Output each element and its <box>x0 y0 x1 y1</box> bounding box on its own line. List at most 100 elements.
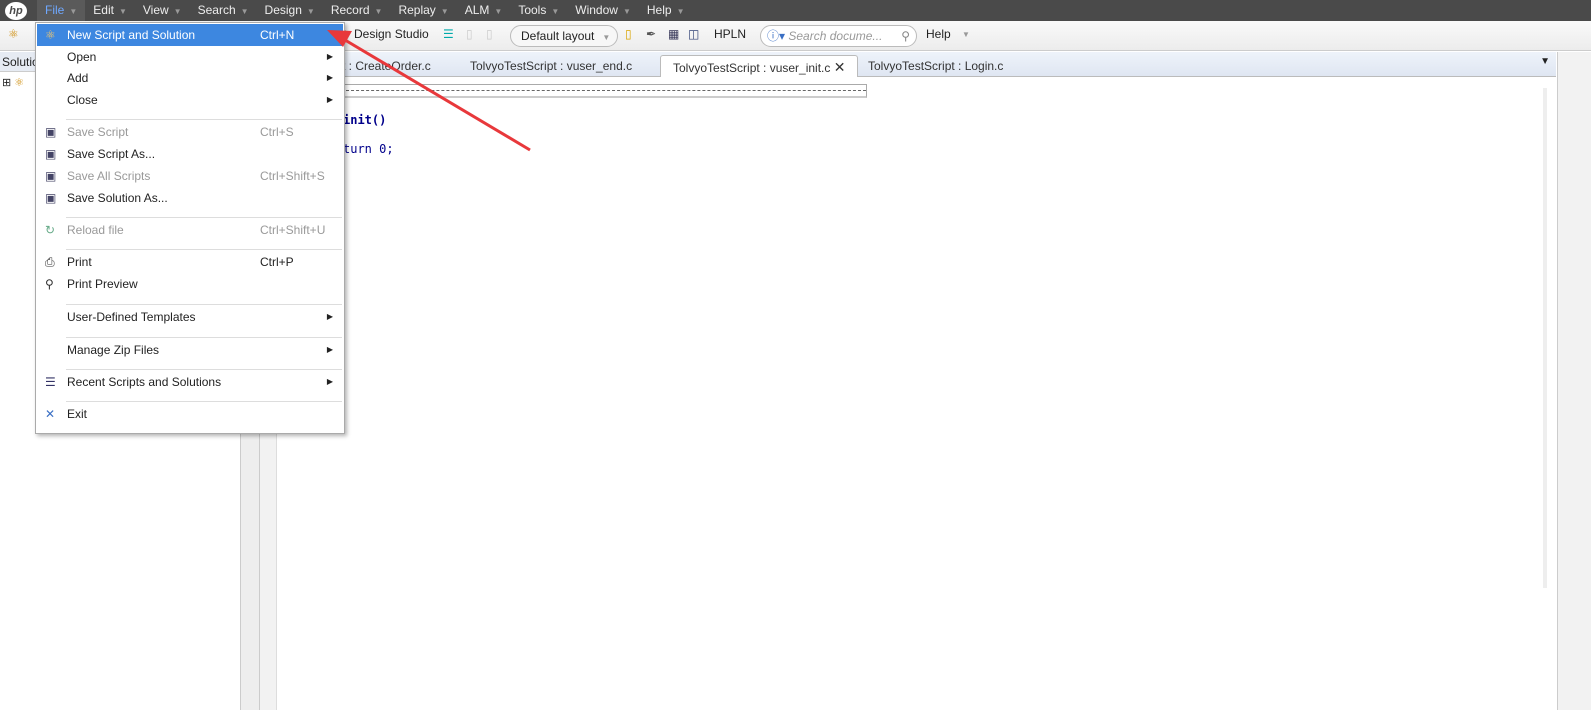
hp-logo: hp <box>5 1 27 20</box>
search-input[interactable]: ⓘ▾ Search docume... ⚲ <box>760 25 917 47</box>
menu-item-open[interactable]: Open ▶ <box>37 46 343 68</box>
save-icon: ▣ <box>45 125 57 139</box>
exit-icon: ✕ <box>45 407 56 421</box>
window-icon[interactable]: ◫ <box>688 27 699 41</box>
menu-view[interactable]: View ▼ <box>135 0 190 21</box>
tab-label: TolvyoTestScript : Login.c <box>868 59 1004 73</box>
menu-file[interactable]: File ▼ <box>37 0 86 21</box>
disabled-icon[interactable]: ▯ <box>486 27 493 41</box>
tab-list-icon[interactable]: ▼ <box>1540 56 1550 67</box>
indent-icon[interactable]: ☰ <box>443 27 454 41</box>
menu-item-save-script[interactable]: ▣ Save Script Ctrl+S <box>37 121 343 143</box>
menu-label: ALM <box>464 3 490 17</box>
menu-separator <box>66 119 342 120</box>
chevron-down-icon: ▼ <box>240 7 249 16</box>
print-preview-icon: ⚲ <box>45 277 54 291</box>
menu-item-print-preview[interactable]: ⚲ Print Preview <box>37 273 343 295</box>
recent-icon: ☰ <box>45 375 56 389</box>
menu-edit[interactable]: Edit ▼ <box>85 0 135 21</box>
submenu-arrow-icon: ▶ <box>326 312 333 321</box>
menu-separator <box>66 217 342 218</box>
menu-separator <box>66 401 342 402</box>
menu-item-close[interactable]: Close ▶ <box>37 89 343 111</box>
menu-item-manage-zip-files[interactable]: Manage Zip Files ▶ <box>37 339 343 361</box>
menu-item-save-script-as[interactable]: ▣ Save Script As... <box>37 143 343 165</box>
tab-createorder[interactable]: t : CreateOrder.c <box>330 55 443 77</box>
tab-login[interactable]: TolvyoTestScript : Login.c <box>856 55 1015 77</box>
chevron-down-icon[interactable]: ▼ <box>962 30 970 39</box>
menu-help[interactable]: Help ▼ <box>639 0 693 21</box>
layout-value: Default layout <box>521 29 595 43</box>
menu-item-user-defined-templates[interactable]: User-Defined Templates ▶ <box>37 306 343 328</box>
submenu-arrow-icon: ▶ <box>326 95 333 104</box>
menu-design[interactable]: Design ▼ <box>257 0 323 21</box>
code-line: turn 0; <box>343 142 394 156</box>
search-icon: ⚲ <box>901 29 910 43</box>
menu-label: Window <box>575 3 618 17</box>
menu-item-save-solution-as[interactable]: ▣ Save Solution As... <box>37 187 343 209</box>
tab-label: TolvyoTestScript : vuser_end.c <box>470 59 633 73</box>
menu-label: Design <box>264 3 302 17</box>
tab-vuser-init[interactable]: TolvyoTestScript : vuser_init.c ✕ <box>660 55 859 77</box>
menu-item-recent-scripts-and-solutions[interactable]: ☰ Recent Scripts and Solutions ▶ <box>37 371 343 393</box>
menu-item-exit[interactable]: ✕ Exit <box>37 403 343 425</box>
menu-item-label: Save Script <box>67 125 129 139</box>
solution-icon[interactable]: ⚛ <box>8 27 19 41</box>
expand-icon[interactable]: ⊞ <box>2 77 11 89</box>
save-as-icon: ▣ <box>45 147 57 161</box>
chevron-down-icon: ▼ <box>676 7 685 16</box>
menu-bar: hp File ▼ Edit ▼ View ▼ Search ▼ Design ▼ Record ▼ R… <box>0 0 1591 21</box>
menu-item-save-all-scripts[interactable]: ▣ Save All Scripts Ctrl+Shift+S <box>37 165 343 187</box>
submenu-arrow-icon: ▶ <box>326 377 333 386</box>
help-button[interactable]: Help <box>926 27 951 41</box>
menu-alm[interactable]: ALM ▼ <box>457 0 511 21</box>
pen-icon[interactable]: ✒ <box>646 27 656 41</box>
menu-item-label: Recent Scripts and Solutions <box>67 375 222 389</box>
disabled-icon[interactable]: ▯ <box>466 27 473 41</box>
right-panel <box>1557 52 1591 710</box>
menu-item-label: Save Solution As... <box>67 191 168 205</box>
menu-item-add[interactable]: Add ▶ <box>37 67 343 89</box>
shortcut: Ctrl+Shift+S <box>260 169 325 183</box>
menu-item-label: Print <box>67 255 92 269</box>
menu-label: File <box>45 3 65 17</box>
chevron-down-icon: ▼ <box>173 7 182 16</box>
menu-replay[interactable]: Replay ▼ <box>390 0 456 21</box>
chevron-down-icon: ▼ <box>118 7 127 16</box>
tab-label: TolvyoTestScript : vuser_init.c <box>673 61 831 75</box>
menu-item-label: Reload file <box>67 223 124 237</box>
menu-item-label: Open <box>67 50 97 64</box>
solution-icon: ⚛ <box>14 77 25 89</box>
scrollbar[interactable] <box>1534 78 1556 710</box>
bookmark-icon[interactable]: ▯ <box>625 27 632 41</box>
shortcut: Ctrl+S <box>260 125 294 139</box>
menu-item-reload-file[interactable]: ↻ Reload file Ctrl+Shift+U <box>37 219 343 241</box>
chevron-down-icon: ▼ <box>551 7 560 16</box>
chevron-down-icon: ▼ <box>622 7 631 16</box>
tab-vuser-end[interactable]: TolvyoTestScript : vuser_end.c <box>458 55 644 77</box>
design-studio-button[interactable]: Design Studio <box>354 27 429 41</box>
menu-search[interactable]: Search ▼ <box>190 0 257 21</box>
menu-separator <box>66 369 342 370</box>
code-line: init() <box>343 113 387 127</box>
help-circle-icon: ⓘ▾ <box>767 29 786 43</box>
menu-record[interactable]: Record ▼ <box>323 0 391 21</box>
chevron-down-icon: ▼ <box>440 7 449 16</box>
menu-label: Search <box>197 3 236 17</box>
code-editor[interactable]: init() turn 0; <box>260 78 1556 710</box>
layout-dropdown[interactable]: Default layout ▼ <box>510 25 618 47</box>
save-solution-icon: ▣ <box>45 191 57 205</box>
grid-icon[interactable]: ▦ <box>668 27 679 41</box>
menu-item-print[interactable]: ⎙ Print Ctrl+P <box>37 251 343 273</box>
menu-label: Help <box>646 3 672 17</box>
new-solution-icon: ⚛ <box>45 28 56 42</box>
menu-tools[interactable]: Tools ▼ <box>510 0 567 21</box>
chevron-down-icon: ▼ <box>69 7 78 16</box>
hpln-button[interactable]: HPLN <box>714 27 746 41</box>
menu-item-label: Save All Scripts <box>67 169 151 183</box>
panel-title: Solution <box>0 52 38 72</box>
menu-item-new-script-and-solution[interactable]: ⚛ New Script and Solution Ctrl+N <box>37 24 343 46</box>
menu-window[interactable]: Window ▼ <box>567 0 639 21</box>
shortcut: Ctrl+Shift+U <box>260 223 326 237</box>
close-icon[interactable]: ✕ <box>834 59 846 75</box>
